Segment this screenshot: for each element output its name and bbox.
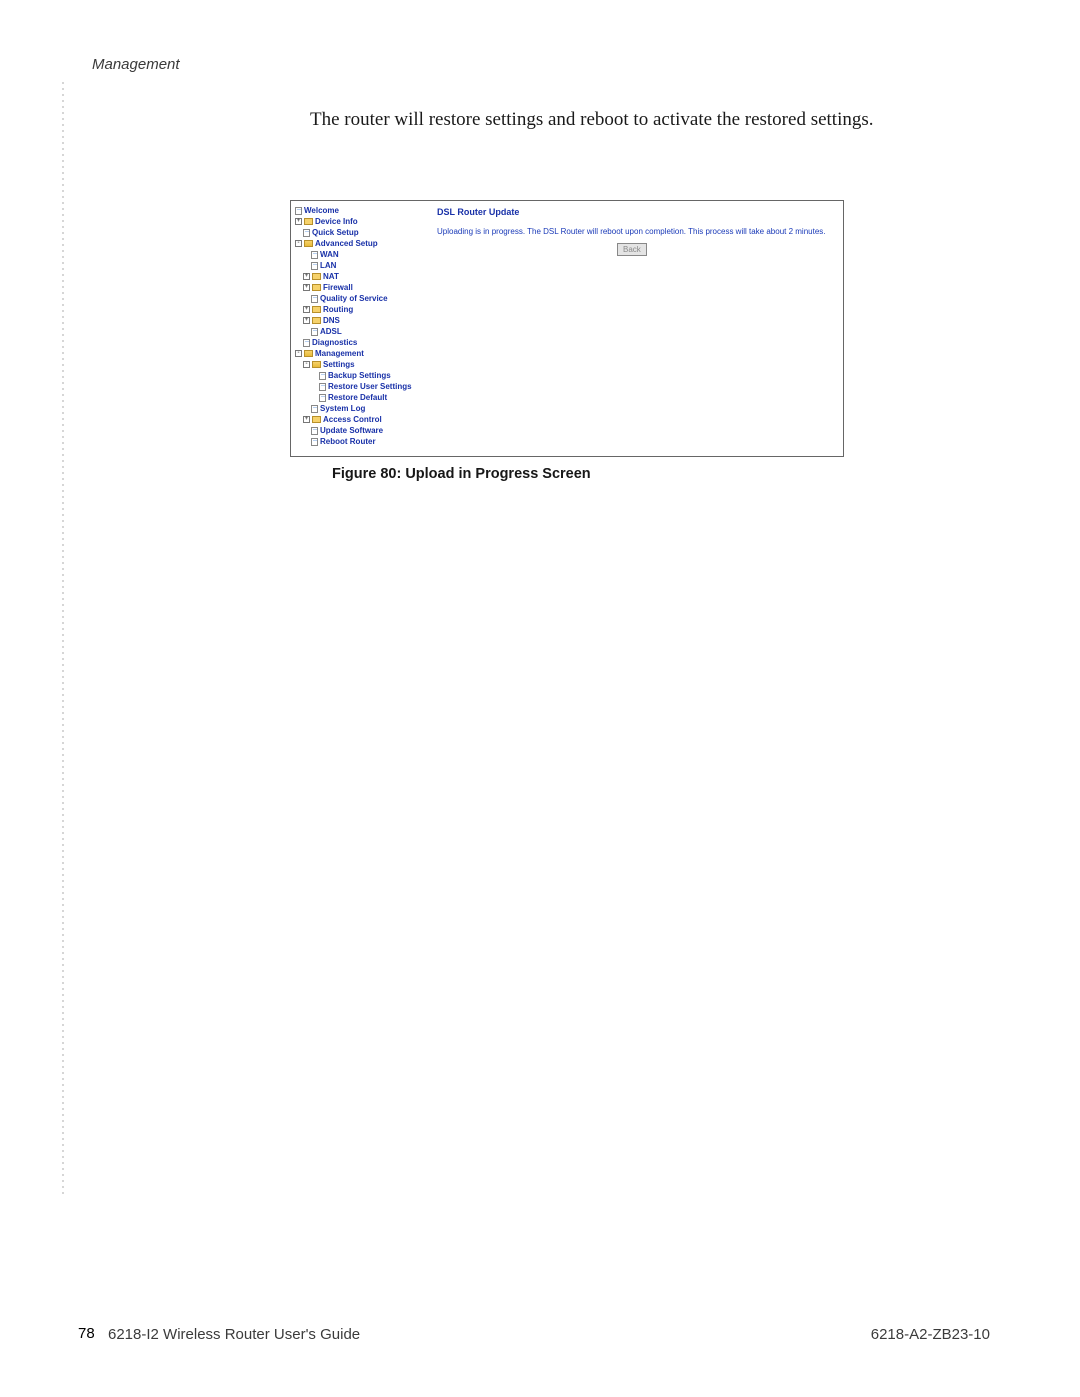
folder-icon	[312, 416, 321, 423]
nav-access-control[interactable]: + Access Control	[295, 414, 425, 425]
nav-adsl[interactable]: ADSL	[295, 326, 425, 337]
folder-icon	[304, 218, 313, 225]
page-icon	[303, 229, 310, 237]
nav-label: Update Software	[320, 425, 383, 436]
plus-icon: +	[303, 273, 310, 280]
nav-restore-user-settings[interactable]: Restore User Settings	[295, 381, 425, 392]
page-icon	[319, 394, 326, 402]
page-icon	[311, 328, 318, 336]
folder-icon	[312, 273, 321, 280]
nav-qos[interactable]: Quality of Service	[295, 293, 425, 304]
nav-backup-settings[interactable]: Backup Settings	[295, 370, 425, 381]
nav-routing[interactable]: + Routing	[295, 304, 425, 315]
page-icon	[303, 339, 310, 347]
nav-reboot-router[interactable]: Reboot Router	[295, 436, 425, 447]
page-number: 78	[78, 1325, 95, 1342]
folder-icon	[312, 317, 321, 324]
nav-label: Quality of Service	[320, 293, 388, 304]
nav-firewall[interactable]: + Firewall	[295, 282, 425, 293]
folder-icon	[312, 306, 321, 313]
page-icon	[311, 251, 318, 259]
nav-restore-default[interactable]: Restore Default	[295, 392, 425, 403]
folder-open-icon	[304, 240, 313, 247]
nav-nat[interactable]: + NAT	[295, 271, 425, 282]
nav-label: Diagnostics	[312, 337, 357, 348]
nav-label: Settings	[323, 359, 355, 370]
nav-label: ADSL	[320, 326, 342, 337]
nav-welcome[interactable]: Welcome	[295, 205, 425, 216]
nav-system-log[interactable]: System Log	[295, 403, 425, 414]
nav-label: Device Info	[315, 216, 358, 227]
nav-settings[interactable]: - Settings	[295, 359, 425, 370]
minus-icon: -	[303, 361, 310, 368]
nav-label: System Log	[320, 403, 365, 414]
page-icon	[311, 295, 318, 303]
nav-label: Routing	[323, 304, 353, 315]
nav-label: Management	[315, 348, 364, 359]
minus-icon: -	[295, 350, 302, 357]
nav-device-info[interactable]: + Device Info	[295, 216, 425, 227]
page-icon	[311, 438, 318, 446]
nav-management[interactable]: - Management	[295, 348, 425, 359]
nav-dns[interactable]: + DNS	[295, 315, 425, 326]
screenshot-figure: Welcome + Device Info Quick Setup - Advanc…	[290, 200, 844, 457]
nav-label: Firewall	[323, 282, 353, 293]
plus-icon: +	[303, 306, 310, 313]
page-icon	[295, 207, 302, 215]
folder-open-icon	[304, 350, 313, 357]
nav-label: Welcome	[304, 205, 339, 216]
vertical-divider	[62, 80, 64, 1197]
content-pane: DSL Router Update Uploading is in progre…	[427, 201, 843, 456]
page-icon	[311, 262, 318, 270]
page-icon	[319, 383, 326, 391]
back-button: Back	[617, 243, 647, 256]
footer-doc-id: 6218-A2-ZB23-10	[871, 1326, 990, 1343]
minus-icon: -	[295, 240, 302, 247]
nav-label: NAT	[323, 271, 339, 282]
figure-caption: Figure 80: Upload in Progress Screen	[332, 466, 591, 482]
nav-label: WAN	[320, 249, 339, 260]
nav-quick-setup[interactable]: Quick Setup	[295, 227, 425, 238]
plus-icon: +	[303, 317, 310, 324]
plus-icon: +	[303, 284, 310, 291]
nav-label: Reboot Router	[320, 436, 376, 447]
nav-label: Quick Setup	[312, 227, 359, 238]
folder-icon	[312, 284, 321, 291]
plus-icon: +	[303, 416, 310, 423]
nav-label: DNS	[323, 315, 340, 326]
content-title: DSL Router Update	[437, 207, 833, 217]
footer-guide-title: 6218-I2 Wireless Router User's Guide	[108, 1326, 360, 1343]
intro-paragraph: The router will restore settings and reb…	[310, 109, 874, 131]
content-message: Uploading is in progress. The DSL Router…	[437, 227, 833, 236]
plus-icon: +	[295, 218, 302, 225]
nav-advanced-setup[interactable]: - Advanced Setup	[295, 238, 425, 249]
nav-label: Backup Settings	[328, 370, 391, 381]
page-icon	[319, 372, 326, 380]
nav-label: Restore Default	[328, 392, 387, 403]
folder-open-icon	[312, 361, 321, 368]
nav-label: Advanced Setup	[315, 238, 378, 249]
nav-diagnostics[interactable]: Diagnostics	[295, 337, 425, 348]
nav-label: Access Control	[323, 414, 382, 425]
nav-label: LAN	[320, 260, 336, 271]
page-icon	[311, 405, 318, 413]
nav-label: Restore User Settings	[328, 381, 412, 392]
section-heading: Management	[92, 56, 180, 73]
nav-tree: Welcome + Device Info Quick Setup - Advanc…	[291, 201, 427, 456]
nav-lan[interactable]: LAN	[295, 260, 425, 271]
nav-wan[interactable]: WAN	[295, 249, 425, 260]
nav-update-software[interactable]: Update Software	[295, 425, 425, 436]
page-icon	[311, 427, 318, 435]
